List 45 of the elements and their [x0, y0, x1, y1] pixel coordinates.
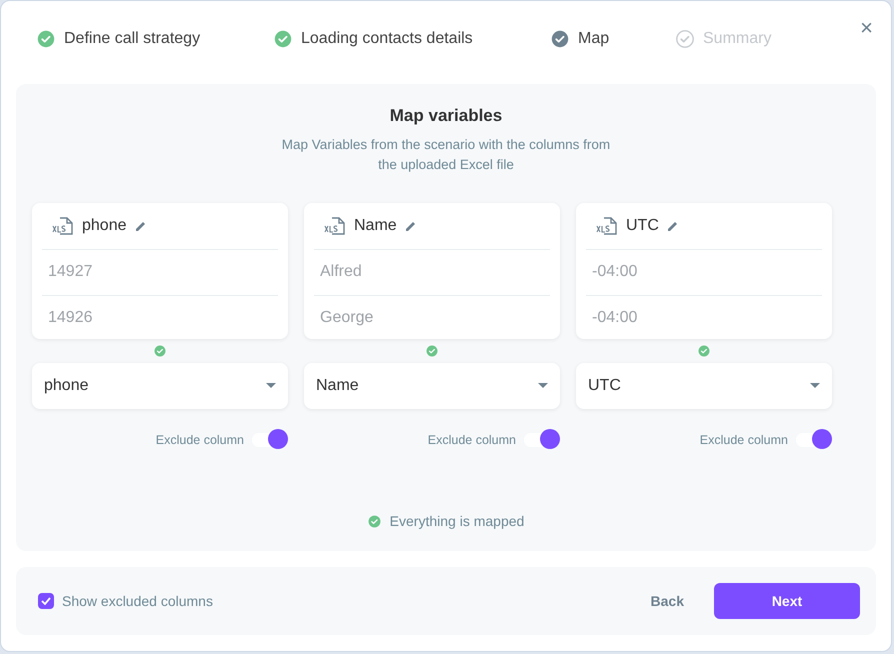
check-circle-outline-icon [676, 30, 694, 48]
status-text: Everything is mapped [390, 513, 524, 530]
column-name: UTC [626, 216, 659, 235]
check-circle-icon [551, 30, 569, 48]
check-circle-icon [274, 30, 292, 48]
check-circle-icon [37, 30, 55, 48]
toggle-knob[interactable] [268, 428, 288, 449]
step-label: Define call strategy [64, 30, 200, 48]
panel-subtitle: Map Variables from the scenario with the columns from [282, 136, 610, 154]
xls-file-icon [324, 216, 346, 236]
column-value: George [320, 309, 374, 328]
next-button[interactable]: Next [714, 583, 860, 620]
pencil-icon[interactable] [666, 220, 679, 232]
column-name: Name [354, 216, 397, 235]
checkmark-icon [41, 597, 51, 606]
column-value: -04:00 [592, 309, 638, 328]
column-value: 14927 [48, 263, 92, 282]
toggle-knob[interactable] [812, 428, 832, 449]
toggle-knob[interactable] [540, 428, 560, 449]
variable-select[interactable]: Name [304, 362, 560, 409]
pencil-icon[interactable] [134, 220, 146, 232]
step-label: Map [578, 30, 610, 48]
column-name: phone [82, 216, 126, 235]
back-button[interactable]: Back [634, 583, 700, 620]
variable-select[interactable]: UTC [576, 362, 832, 409]
pencil-icon[interactable] [404, 220, 417, 232]
toggle-label: Exclude column [428, 432, 516, 447]
close-button[interactable]: × [860, 15, 873, 41]
panel-title: Map variables [390, 106, 502, 126]
checkbox-label: Show excluded columns [62, 593, 213, 610]
column-value: Alfred [320, 263, 362, 282]
variable-select[interactable]: phone [32, 362, 288, 409]
caret-icon [810, 383, 820, 388]
caret-icon [538, 383, 548, 388]
xls-file-icon [596, 216, 618, 236]
panel-subtitle: the uploaded Excel file [378, 156, 514, 174]
column-value: 14926 [48, 309, 92, 328]
toggle-label: Exclude column [700, 432, 788, 447]
xls-file-icon [52, 216, 74, 236]
step-label: Summary [703, 30, 772, 48]
toggle-label: Exclude column [156, 432, 244, 447]
step-label: Loading contacts details [301, 30, 473, 48]
checkbox[interactable] [38, 593, 54, 610]
caret-icon [266, 383, 276, 388]
column-value: -04:00 [592, 263, 638, 282]
